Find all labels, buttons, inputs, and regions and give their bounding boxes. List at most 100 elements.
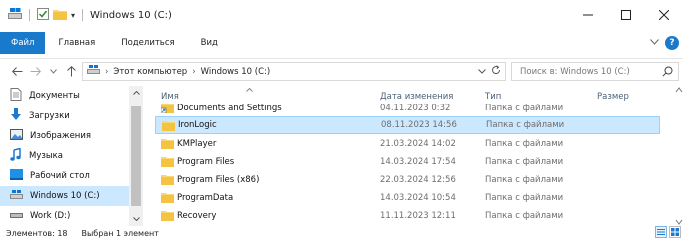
- file-list: Имя Дата изменения Тип Размер Documents …: [155, 86, 683, 226]
- pictures-icon: [10, 129, 23, 143]
- table-row[interactable]: Program Files (x86) 22.03.2024 12:56 Пап…: [155, 171, 660, 189]
- address-dropdown-icon[interactable]: [478, 67, 486, 77]
- minimize-button[interactable]: [569, 0, 607, 30]
- sidebar-item-label: Музыка: [29, 151, 63, 161]
- sidebar-item-label: Windows 10 (C:): [30, 191, 100, 201]
- sidebar-item-downloads[interactable]: Загрузки: [0, 106, 143, 126]
- downloads-icon: [10, 108, 22, 124]
- file-name: Recovery: [177, 211, 217, 221]
- music-icon: [10, 147, 22, 164]
- sidebar-item-pictures[interactable]: Изображения: [0, 126, 143, 146]
- table-row[interactable]: Program Files 14.03.2024 17:54 Папка с ф…: [155, 153, 660, 171]
- file-date: 08.11.2023 14:56: [381, 120, 457, 130]
- details-view-icon[interactable]: [655, 226, 667, 238]
- file-date: 14.03.2024 10:54: [380, 193, 456, 203]
- file-type: Папка с файлами: [485, 157, 564, 167]
- file-name: Documents and Settings: [177, 104, 282, 113]
- status-bar: Элементов: 18 Выбран 1 элемент: [0, 226, 683, 240]
- tab-share[interactable]: Поделиться: [108, 32, 187, 54]
- file-date: 04.11.2023 0:32: [380, 104, 451, 113]
- new-folder-icon[interactable]: [53, 8, 67, 23]
- recent-locations-button[interactable]: [44, 63, 62, 81]
- folder-icon: [161, 138, 174, 152]
- scroll-down-icon[interactable]: [129, 212, 143, 226]
- expand-ribbon-icon[interactable]: [650, 38, 659, 48]
- file-date: 11.11.2023 12:11: [380, 211, 456, 221]
- scroll-up-icon[interactable]: [129, 86, 143, 100]
- file-name: IronLogic: [178, 120, 217, 130]
- scrollbar-thumb[interactable]: [131, 106, 141, 206]
- file-name: KMPlayer: [177, 139, 217, 149]
- tab-home[interactable]: Главная: [45, 32, 108, 54]
- file-date: 22.03.2024 12:56: [380, 175, 456, 185]
- properties-icon[interactable]: [37, 7, 49, 23]
- breadcrumb-separator-icon[interactable]: ›: [192, 67, 195, 77]
- close-button[interactable]: [645, 0, 683, 30]
- large-icons-view-icon[interactable]: [669, 226, 681, 238]
- file-type: Папка с файлами: [485, 104, 564, 113]
- column-headers: Имя Дата изменения Тип Размер: [155, 86, 683, 106]
- documents-icon: [10, 88, 22, 104]
- file-type: Папка с файлами: [485, 175, 564, 185]
- sidebar-item-documents[interactable]: Документы: [0, 86, 143, 106]
- help-icon[interactable]: ?: [665, 36, 679, 50]
- sidebar-item-label: Рабочий стол: [30, 171, 90, 181]
- folder-shortcut-icon: [160, 104, 174, 116]
- sort-ascending-icon: [246, 86, 253, 94]
- address-bar[interactable]: › Этот компьютер › Windows 10 (C:): [82, 62, 506, 81]
- navigation-pane: Документы Загрузки Изображения Музыка Ра…: [0, 86, 143, 226]
- view-switcher: [655, 226, 681, 238]
- breadcrumb-this-pc[interactable]: Этот компьютер: [113, 67, 187, 77]
- ribbon-tabs: Файл Главная Поделиться Вид ?: [0, 32, 683, 54]
- table-row[interactable]: ProgramData 14.03.2024 10:54 Папка с фай…: [155, 189, 660, 207]
- file-name: ProgramData: [177, 193, 234, 203]
- window-controls: [569, 0, 683, 30]
- column-header-size[interactable]: Размер: [597, 92, 629, 102]
- sidebar-item-windows-c[interactable]: Windows 10 (C:): [0, 186, 143, 206]
- sidebar-item-label: Изображения: [30, 131, 92, 141]
- tab-view[interactable]: Вид: [188, 32, 231, 54]
- separator: [29, 9, 30, 21]
- file-name: Program Files (x86): [177, 175, 260, 185]
- maximize-button[interactable]: [607, 0, 645, 30]
- refresh-icon[interactable]: [491, 65, 501, 78]
- folder-icon: [161, 192, 174, 206]
- folder-icon: [161, 210, 174, 224]
- window-title: Windows 10 (C:): [90, 9, 172, 21]
- column-header-name[interactable]: Имя: [161, 92, 179, 102]
- qat-dropdown-icon[interactable]: ▾: [71, 11, 75, 20]
- file-date: 21.03.2024 14:02: [380, 139, 456, 149]
- file-type: Папка с файлами: [486, 120, 565, 130]
- drive-icon[interactable]: [8, 7, 22, 23]
- sidebar-item-work-d[interactable]: Work (D:): [0, 206, 143, 226]
- forward-button[interactable]: [26, 63, 44, 81]
- tab-file[interactable]: Файл: [0, 32, 46, 54]
- search-icon[interactable]: [662, 66, 673, 80]
- file-type: Папка с файлами: [485, 193, 564, 203]
- file-name: Program Files: [177, 157, 235, 167]
- table-row[interactable]: IronLogic 08.11.2023 14:56 Папка с файла…: [155, 116, 660, 134]
- address-bar-controls: [478, 63, 501, 80]
- desktop-icon: [10, 169, 23, 183]
- search-input[interactable]: Поиск в: Windows 10 (C:): [511, 62, 679, 81]
- table-row[interactable]: KMPlayer 21.03.2024 14:02 Папка с файлам…: [155, 135, 660, 153]
- ribbon-right-controls: ?: [650, 36, 679, 50]
- file-rows: Documents and Settings 04.11.2023 0:32 П…: [155, 104, 675, 226]
- column-header-type[interactable]: Тип: [485, 92, 501, 102]
- nav-scrollbar[interactable]: [129, 86, 143, 226]
- table-row[interactable]: Recovery 11.11.2023 12:11 Папка с файлам…: [155, 207, 660, 225]
- search-placeholder: Поиск в: Windows 10 (C:): [520, 66, 630, 77]
- selection-count: Выбран 1 элемент: [81, 228, 159, 238]
- breadcrumb-separator-icon[interactable]: ›: [105, 67, 108, 77]
- breadcrumb-drive[interactable]: Windows 10 (C:): [201, 67, 271, 77]
- back-button[interactable]: [8, 63, 26, 81]
- file-list-scrollbar[interactable]: [675, 86, 683, 226]
- sidebar-item-music[interactable]: Музыка: [0, 146, 143, 166]
- folder-icon: [161, 174, 174, 188]
- up-button[interactable]: [62, 63, 80, 81]
- file-type: Папка с файлами: [485, 211, 564, 221]
- quick-access-toolbar: ▾: [0, 7, 86, 23]
- sidebar-item-desktop[interactable]: Рабочий стол: [0, 166, 143, 186]
- column-header-date[interactable]: Дата изменения: [380, 92, 453, 102]
- drive-icon: [87, 65, 100, 78]
